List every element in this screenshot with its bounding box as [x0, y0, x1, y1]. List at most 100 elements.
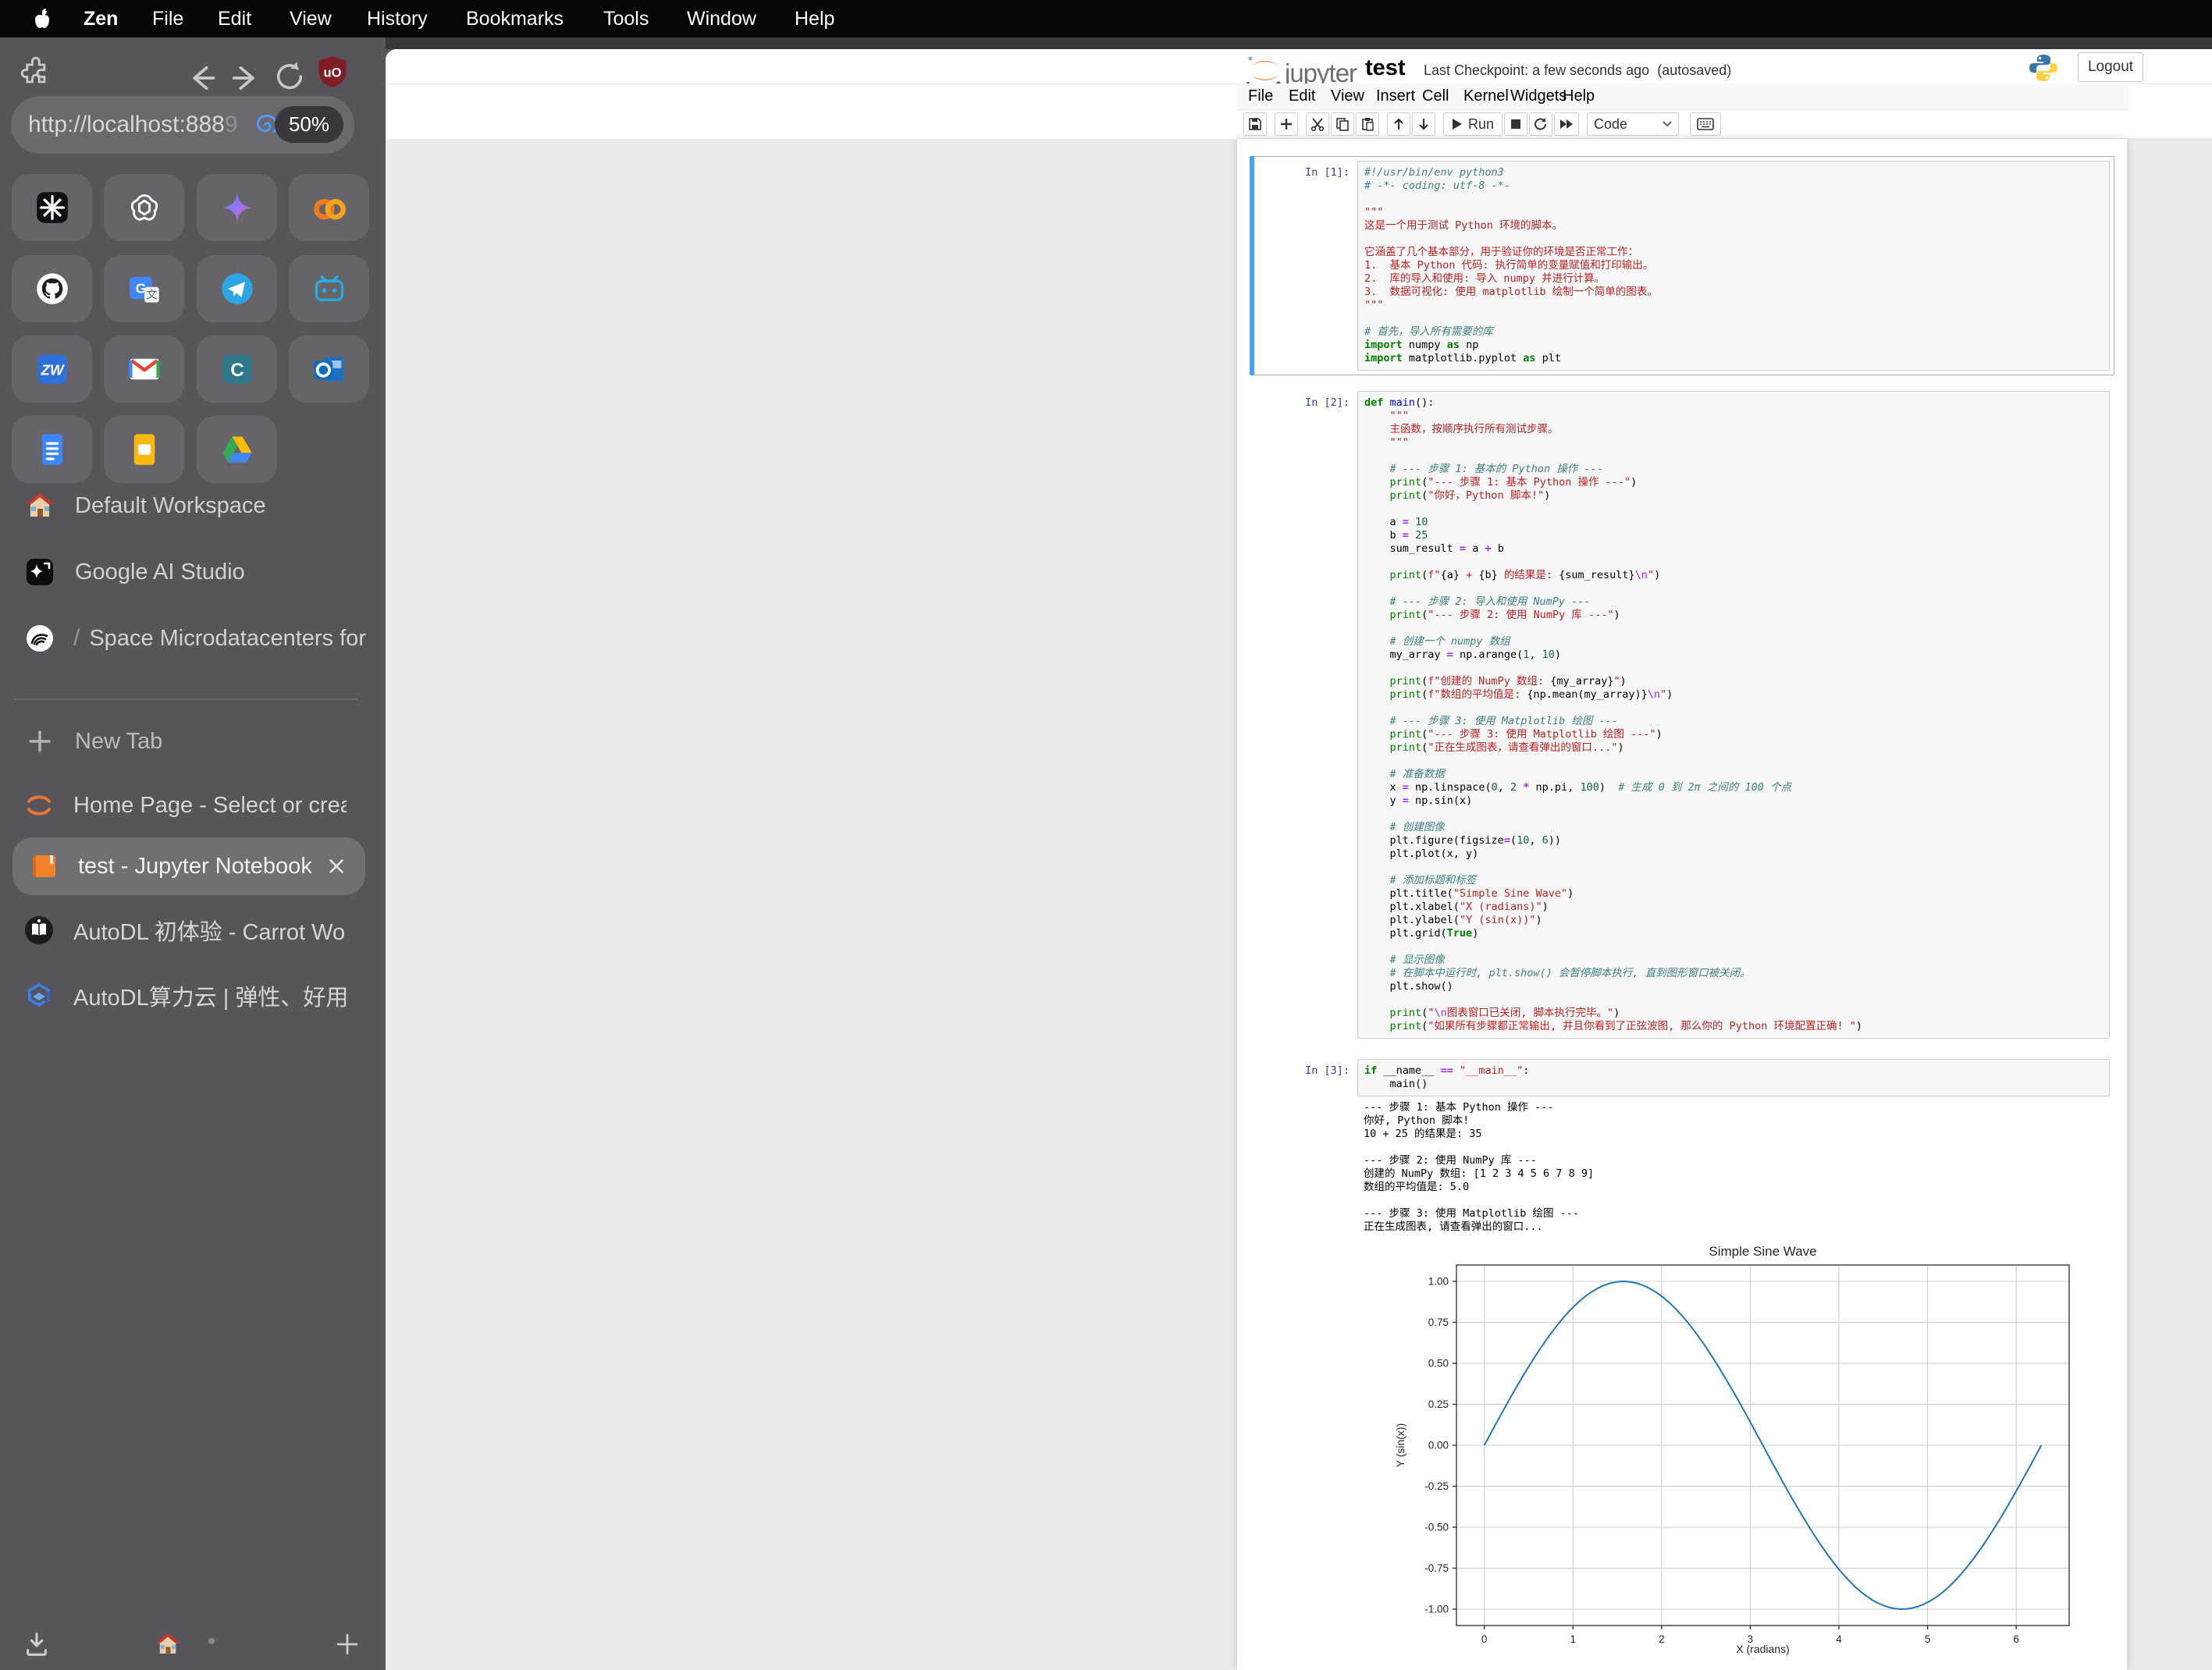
- tab-label: AutoDL 初体验 - Carrot World: [73, 914, 347, 947]
- app-tile-chatgpt[interactable]: [104, 174, 184, 241]
- cell-output-row: --- 步骤 1: 基本 Python 操作 ---你好, Python 脚本!…: [1254, 1096, 2110, 1234]
- restart-run-all-button[interactable]: [1554, 112, 1579, 136]
- app-tile-bilibili[interactable]: [289, 255, 369, 322]
- logout-button[interactable]: Logout: [2078, 52, 2143, 82]
- cell-input-row: In [1]:#!/usr/bin/env python3# -*- codin…: [1254, 161, 2110, 371]
- menu-item-tools[interactable]: Tools: [603, 0, 649, 37]
- copy-cell-button[interactable]: [1331, 112, 1354, 136]
- menu-item-zen[interactable]: Zen: [84, 0, 118, 37]
- tab-test-jupyter-notebook-active[interactable]: test - Jupyter Notebook: [12, 837, 365, 895]
- output-text: --- 步骤 1: 基本 Python 操作 ---你好, Python 脚本!…: [1357, 1096, 2110, 1234]
- workspace-label: Default Workspace: [75, 493, 265, 519]
- cell-output-image-row: 0123456-1.00-0.75-0.50-0.250.000.250.500…: [1254, 1234, 2110, 1663]
- input-prompt: In [3]:: [1254, 1059, 1357, 1096]
- command-palette-button[interactable]: [1690, 112, 1721, 136]
- notebook-container: In [1]:#!/usr/bin/env python3# -*- codin…: [1237, 139, 2127, 1670]
- url-bar[interactable]: http://localhost:8889 50%: [11, 96, 354, 154]
- app-tile-google-docs[interactable]: [12, 416, 92, 483]
- code-input-area[interactable]: if __name__ == "__main__": main(): [1357, 1059, 2110, 1096]
- tab-item-3[interactable]: AutoDL算力云 | 弹性、好用、: [0, 971, 386, 1021]
- menu-item-window[interactable]: Window: [687, 0, 756, 37]
- code-cell-2[interactable]: In [2]:def main(): """ 主函数，按顺序执行所有测试步骤。 …: [1250, 386, 2114, 1043]
- move-cell-up-button[interactable]: [1387, 112, 1410, 136]
- app-tile-blue-app[interactable]: ZW: [12, 336, 92, 403]
- new-tab-button[interactable]: New Tab: [0, 718, 386, 765]
- sidebar-item-default-workspace[interactable]: Default Workspace: [0, 482, 386, 529]
- run-button[interactable]: Run: [1443, 112, 1503, 136]
- notebook-title[interactable]: test: [1365, 55, 1406, 81]
- zoom-level-badge[interactable]: 50%: [275, 106, 343, 143]
- menu-item-view[interactable]: View: [290, 0, 332, 37]
- sidebar-item-space-microdatacenters-for[interactable]: /Space Microdatacenters for: [0, 615, 386, 662]
- outlook-icon: [312, 352, 347, 386]
- paste-cell-button[interactable]: [1356, 112, 1379, 136]
- cut-cell-button[interactable]: [1306, 112, 1329, 136]
- jupyter-menu-insert[interactable]: Insert: [1376, 84, 1415, 109]
- sidebar-item-google-ai-studio[interactable]: Google AI Studio: [0, 549, 386, 595]
- svg-text:0: 0: [1481, 1633, 1488, 1645]
- input-prompt: In [2]:: [1254, 391, 1357, 1039]
- jupyter-menu-help[interactable]: Help: [1563, 84, 1595, 109]
- output-plot: 0123456-1.00-0.75-0.50-0.250.000.250.500…: [1357, 1234, 2110, 1663]
- reload-icon[interactable]: [272, 59, 307, 94]
- restart-kernel-button[interactable]: [1529, 112, 1552, 136]
- extensions-puzzle-icon[interactable]: [20, 56, 55, 91]
- save-button[interactable]: [1243, 112, 1267, 136]
- app-tile-telegram[interactable]: [197, 255, 277, 322]
- menu-item-history[interactable]: History: [367, 0, 428, 37]
- menu-item-bookmarks[interactable]: Bookmarks: [466, 0, 564, 37]
- blue-app-icon: ZW: [35, 352, 69, 386]
- tab-home-page[interactable]: Home Page - Select or create: [0, 780, 386, 830]
- svg-text:0.75: 0.75: [1428, 1316, 1449, 1328]
- google-drive-icon: [220, 432, 254, 467]
- cell-type-select[interactable]: Code: [1587, 112, 1679, 136]
- tab-item-2[interactable]: AutoDL 初体验 - Carrot World: [0, 905, 386, 955]
- app-tile-google-translate[interactable]: G文: [104, 255, 184, 322]
- window-top-strip: [386, 37, 2212, 49]
- jupyter-menu-file[interactable]: File: [1248, 84, 1273, 109]
- macos-menu-bar: Zen File Edit View History Bookmarks Tools Wind…: [0, 0, 2212, 37]
- code-input-area[interactable]: #!/usr/bin/env python3# -*- coding: utf-…: [1357, 161, 2110, 371]
- app-tile-teal-c[interactable]: C: [197, 336, 277, 403]
- jupyter-menu-kernel[interactable]: Kernel: [1463, 84, 1509, 109]
- workspace-label: Space Microdatacenters for: [89, 626, 366, 652]
- app-tile-google-drive[interactable]: [197, 416, 277, 483]
- code-cell-3[interactable]: In [3]:if __name__ == "__main__": main()…: [1250, 1054, 2114, 1668]
- stop-kernel-button[interactable]: [1504, 112, 1527, 136]
- input-prompt: In [1]:: [1254, 161, 1357, 371]
- home-emoji-icon[interactable]: [155, 1631, 181, 1658]
- close-icon[interactable]: [325, 855, 348, 878]
- svg-text:6: 6: [2013, 1633, 2019, 1645]
- code-input-area[interactable]: def main(): """ 主函数，按顺序执行所有测试步骤。 """ # -…: [1357, 391, 2110, 1039]
- app-tile-outlook[interactable]: [289, 336, 369, 403]
- app-tile-gmail[interactable]: [104, 336, 184, 403]
- add-cell-button[interactable]: [1275, 112, 1298, 136]
- dot-icon[interactable]: [204, 1634, 219, 1648]
- output-prompt: [1254, 1096, 1357, 1234]
- menu-item-help[interactable]: Help: [795, 0, 834, 37]
- svg-text:4: 4: [1836, 1633, 1842, 1645]
- app-tile-google-slides[interactable]: [104, 416, 184, 483]
- code-cell-1[interactable]: In [1]:#!/usr/bin/env python3# -*- codin…: [1250, 156, 2114, 375]
- forward-arrow-icon[interactable]: [229, 61, 263, 95]
- menu-item-edit[interactable]: Edit: [218, 0, 251, 37]
- app-tile-co-orange[interactable]: [289, 174, 369, 241]
- autodl-icon: [23, 980, 55, 1011]
- app-tile-star-app[interactable]: [12, 174, 92, 241]
- back-arrow-icon[interactable]: [184, 61, 219, 95]
- jupyter-menu-cell[interactable]: Cell: [1422, 84, 1449, 109]
- orange-book-icon: [30, 851, 61, 882]
- download-icon[interactable]: [22, 1629, 52, 1659]
- jupyter-menu-edit[interactable]: Edit: [1289, 84, 1315, 109]
- jupyter-menu-widgets[interactable]: Widgets: [1510, 84, 1567, 109]
- jupyter-menu-view[interactable]: View: [1331, 84, 1364, 109]
- carrot-book-icon: [23, 915, 55, 946]
- ublock-shield-icon[interactable]: uO: [315, 55, 350, 89]
- plus-icon[interactable]: [334, 1631, 361, 1658]
- app-tile-gemini[interactable]: [197, 174, 277, 241]
- svg-text:C: C: [230, 360, 244, 381]
- tab-label: Home Page - Select or create: [73, 793, 347, 819]
- app-tile-github[interactable]: [12, 255, 92, 322]
- move-cell-down-button[interactable]: [1412, 112, 1435, 136]
- menu-item-file[interactable]: File: [152, 0, 183, 37]
